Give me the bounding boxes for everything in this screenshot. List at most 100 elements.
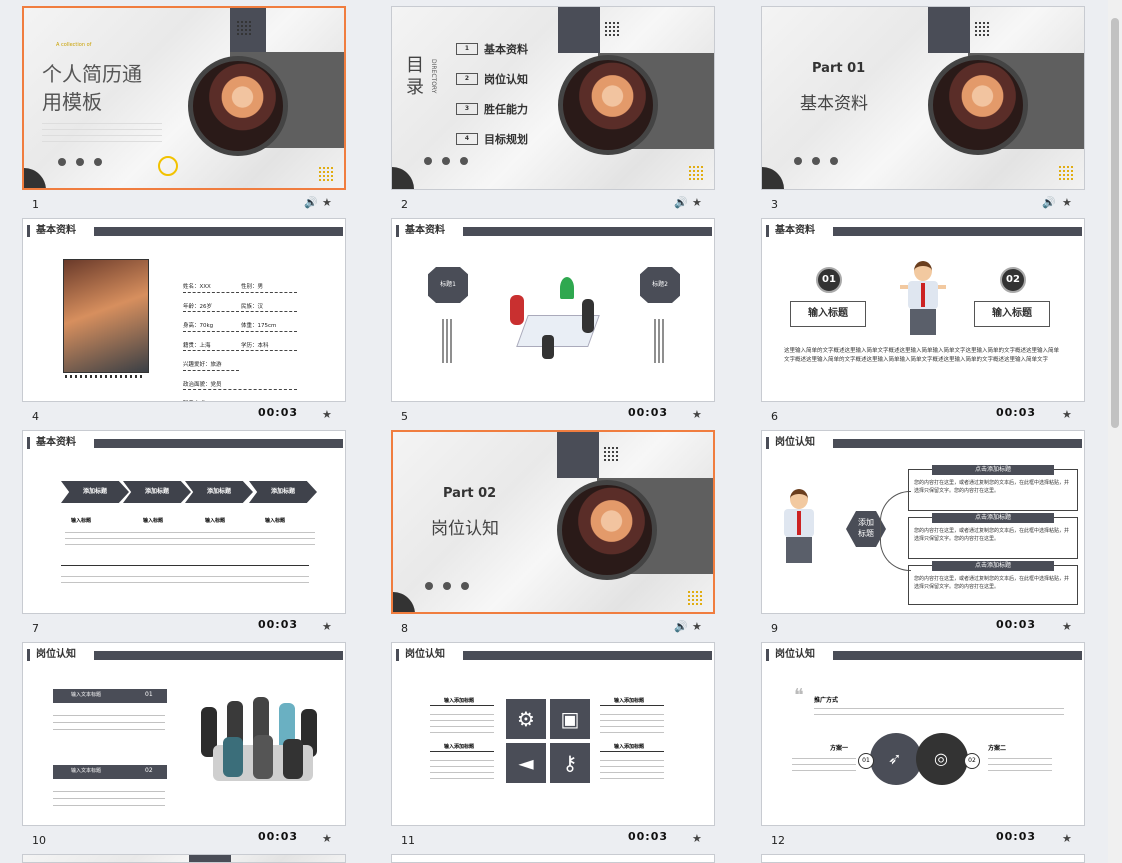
contact-icon: [76, 158, 84, 166]
audio-icon[interactable]: 🔊: [1042, 196, 1056, 209]
slide-timing: 00:03: [258, 406, 299, 419]
slide-thumbnail-15[interactable]: [761, 854, 1085, 863]
slide-header: 岗位认知: [396, 649, 463, 661]
transition-star-icon[interactable]: ★: [1062, 620, 1072, 633]
slide-thumbnail-1[interactable]: A collection of 个人简历通 用模板: [22, 6, 346, 190]
portrait-photo: [557, 480, 657, 580]
slide-timing: 00:03: [258, 618, 299, 631]
slide-number: 12: [771, 834, 785, 847]
office-illustration: [502, 275, 606, 365]
slide-thumbnail-8[interactable]: Part 02 岗位认知: [391, 430, 715, 614]
corner-shape: [24, 168, 46, 188]
target-icon: ◎: [934, 749, 948, 768]
info-field: 体重：175cm: [241, 322, 297, 332]
transition-star-icon[interactable]: ★: [692, 832, 702, 845]
process-step: 添加标题: [61, 481, 129, 503]
column-title: 输入标题: [143, 518, 164, 524]
info-field: 政治面貌：党员: [183, 381, 297, 390]
slide-thumbnail-3[interactable]: Part 01 基本资料: [761, 6, 1085, 190]
row-number: 01: [145, 691, 153, 698]
slide-number: 4: [32, 410, 39, 423]
item-title: 点击添加标题: [932, 513, 1054, 523]
info-field: 联系方式：12365xxxxxx: [183, 400, 297, 401]
slide-header: 岗位认知: [766, 649, 833, 661]
slide-thumbnail-5[interactable]: 基本资料 标题1 标题2: [391, 218, 715, 402]
slide-thumbnail-13[interactable]: [22, 854, 346, 863]
businessman-illustration: [776, 489, 822, 569]
portrait-photo: [558, 55, 658, 155]
slide-thumbnail-12[interactable]: 岗位认知 ❝ 推广方式 ➶ ◎ 01 02 方案一 方案二: [761, 642, 1085, 826]
dot-grid-yellow: [318, 166, 334, 182]
info-field: 民族：汉: [241, 303, 297, 312]
slide-thumbnail-6[interactable]: 基本资料 01 02 输入标题 输入标题 这里输入简单的文字概述这里输入简单文字…: [761, 218, 1085, 402]
scrollbar-thumb[interactable]: [1111, 18, 1119, 428]
process-step: 添加标题: [123, 481, 191, 503]
slide-title-line1: 个人简历通: [42, 62, 142, 86]
audio-icon[interactable]: 🔊: [674, 196, 688, 209]
slide-thumbnail-4[interactable]: 基本资料 姓名：XXX 性别：男年龄：26岁 民族：汉身高：70kg 体重：175cm…: [22, 218, 346, 402]
transition-star-icon[interactable]: ★: [322, 832, 332, 845]
slide-title-line2: 用模板: [42, 90, 102, 114]
transition-star-icon[interactable]: ★: [322, 196, 332, 209]
transition-star-icon[interactable]: ★: [1062, 832, 1072, 845]
item-title: 点击添加标题: [932, 561, 1054, 571]
audio-icon[interactable]: 🔊: [304, 196, 318, 209]
audio-icon[interactable]: 🔊: [674, 620, 688, 633]
info-field: 籍贯：上海: [183, 342, 239, 351]
transition-star-icon[interactable]: ★: [322, 408, 332, 421]
part-title: 基本资料: [800, 94, 868, 114]
info-field: 身高：70kg: [183, 322, 239, 332]
step-number: 01: [858, 753, 874, 769]
process-step: 添加标题: [249, 481, 317, 503]
slide-header: 基本资料: [396, 225, 463, 237]
transition-star-icon[interactable]: ★: [322, 620, 332, 633]
slide-thumbnail-11[interactable]: 岗位认知 输入添加标题 输入添加标题 输入添加标题 输入添加标题 ⚙ ▣ ◄ ⚷: [391, 642, 715, 826]
slide-timing: 00:03: [258, 830, 299, 843]
slide-header: 基本资料: [766, 225, 833, 237]
slide-number: 6: [771, 410, 778, 423]
info-field: 姓名：XXX: [183, 283, 239, 293]
transition-star-icon[interactable]: ★: [692, 196, 702, 209]
column-title: 输入标题: [71, 518, 92, 524]
info-field: 兴趣爱好：旅游: [183, 361, 239, 371]
item-desc: 您的内容打在这里，或者通过复制您的文本后，在此框中选择粘贴，并选择只保留文字。您…: [914, 576, 1070, 590]
slide-timing: 00:03: [628, 830, 669, 843]
slide-thumbnail-14[interactable]: [391, 854, 715, 863]
process-step: 添加标题: [185, 481, 253, 503]
slide-header: 岗位认知: [766, 437, 833, 449]
toc-item: 岗位认知: [484, 73, 528, 86]
column-title: 输入标题: [205, 518, 226, 524]
transition-star-icon[interactable]: ★: [1062, 196, 1072, 209]
transition-star-icon[interactable]: ★: [692, 620, 702, 633]
transition-star-icon[interactable]: ★: [692, 408, 702, 421]
toc-number: 1: [456, 43, 478, 55]
tag-label: 标题1: [428, 267, 468, 303]
title-box: 输入标题: [790, 301, 866, 327]
slide-header: 基本资料: [27, 225, 94, 237]
slide-number: 3: [771, 198, 778, 211]
slide-number: 9: [771, 622, 778, 635]
quote-icon: ❝: [794, 685, 804, 706]
tagline: A collection of: [56, 42, 92, 48]
toc-number: 4: [456, 133, 478, 145]
slide-thumbnail-2[interactable]: 目录 DIRECTORY 1 基本资料 2 岗位认知 3 胜任能力 4 目标规划: [391, 6, 715, 190]
portrait-photo: [928, 55, 1028, 155]
title-box: 输入标题: [974, 301, 1050, 327]
vertical-scrollbar[interactable]: [1108, 0, 1122, 863]
portrait-photo: [188, 56, 288, 156]
body-text: 这里输入简单的文字概述这里输入简单文字概述这里输入简单输入简单文字这里输入简单的…: [784, 348, 1060, 363]
yellow-ring: [158, 156, 178, 176]
info-field: 性别：男: [241, 283, 297, 293]
info-field: 年龄：26岁: [183, 303, 239, 312]
toc-number: 3: [456, 103, 478, 115]
slide-timing: 00:03: [996, 830, 1037, 843]
slide-number: 11: [401, 834, 415, 847]
transition-star-icon[interactable]: ★: [1062, 408, 1072, 421]
slide-thumbnail-10[interactable]: 岗位认知 输入文本标题 01 输入文本标题 02: [22, 642, 346, 826]
slide-thumbnail-9[interactable]: 岗位认知 添加 标题 点击添加标题 您的内容打在这里，或者通过复制您的文本后，在…: [761, 430, 1085, 614]
info-field: 学历：本科: [241, 342, 297, 351]
part-label: Part 01: [812, 61, 866, 76]
tag-label: 标题2: [640, 267, 680, 303]
slide-thumbnail-7[interactable]: 基本资料 添加标题 添加标题 添加标题 添加标题 输入标题 输入标题 输入标题 …: [22, 430, 346, 614]
slide-timing: 00:03: [628, 406, 669, 419]
